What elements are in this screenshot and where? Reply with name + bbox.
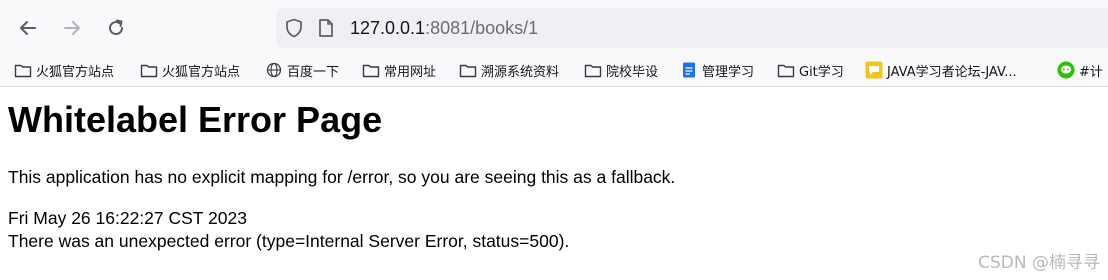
folder-icon bbox=[140, 62, 158, 78]
bookmark-item[interactable]: 院校毕设 bbox=[584, 60, 658, 80]
folder-icon bbox=[584, 62, 602, 78]
url-text[interactable]: 127.0.0.1:8081/books/1 bbox=[350, 17, 538, 39]
bookmark-label: Git学习 bbox=[799, 64, 844, 80]
bookmark-label: 常用网址 bbox=[384, 64, 437, 80]
bookmark-label: #计 bbox=[1079, 64, 1103, 80]
back-button[interactable] bbox=[12, 12, 44, 44]
reload-icon bbox=[109, 19, 124, 36]
arrow-right-icon bbox=[64, 21, 80, 35]
wechat-icon bbox=[1057, 61, 1075, 79]
folder-icon bbox=[14, 62, 32, 78]
bookmark-item[interactable]: 火狐官方站点 bbox=[14, 60, 114, 80]
folder-icon bbox=[777, 62, 795, 78]
bookmark-label: 管理学习 bbox=[702, 64, 755, 80]
bookmark-label: JAVA学习者论坛-JAV... bbox=[887, 64, 1017, 80]
globe-icon bbox=[265, 62, 283, 78]
forward-button[interactable] bbox=[56, 12, 88, 44]
shield-icon[interactable] bbox=[284, 18, 304, 38]
folder-icon bbox=[362, 62, 380, 78]
page-info-icon[interactable] bbox=[316, 18, 336, 38]
bookmark-item[interactable]: #计 bbox=[1057, 60, 1103, 80]
error-message: This application has no explicit mapping… bbox=[8, 167, 676, 187]
url-path: :8081/books/1 bbox=[425, 18, 539, 38]
page-title: Whitelabel Error Page bbox=[8, 99, 383, 140]
bookmark-item[interactable]: 百度一下 bbox=[265, 60, 339, 80]
bookmark-item[interactable]: JAVA学习者论坛-JAV... bbox=[865, 60, 1017, 80]
error-detail: There was an unexpected error (type=Inte… bbox=[8, 231, 570, 251]
bookmark-label: 火狐官方站点 bbox=[162, 64, 241, 80]
bookmark-item[interactable]: 火狐官方站点 bbox=[140, 60, 240, 80]
doc-icon bbox=[680, 62, 698, 78]
bookmarks-toolbar: 火狐官方站点 火狐官方站点 百度一下 常用网址 溯源系统资料 院校毕设 管理学习… bbox=[0, 54, 1108, 87]
address-bar[interactable]: 127.0.0.1:8081/books/1 bbox=[276, 8, 1108, 48]
folder-icon bbox=[459, 62, 477, 78]
bookmark-item[interactable]: Git学习 bbox=[777, 60, 844, 80]
url-host: 127.0.0.1 bbox=[350, 18, 426, 38]
bookmark-item[interactable]: 常用网址 bbox=[362, 60, 436, 80]
bookmark-label: 溯源系统资料 bbox=[481, 64, 560, 80]
bookmark-item[interactable]: 溯源系统资料 bbox=[459, 60, 559, 80]
bookmark-label: 火狐官方站点 bbox=[36, 64, 115, 80]
error-timestamp: Fri May 26 16:22:27 CST 2023 bbox=[8, 208, 247, 228]
reload-button[interactable] bbox=[100, 12, 132, 44]
bookmark-label: 百度一下 bbox=[287, 64, 340, 80]
bookmark-item[interactable]: 管理学习 bbox=[680, 60, 754, 80]
csdn-watermark: CSDN @楠寻寻 bbox=[978, 253, 1100, 273]
forum-icon bbox=[865, 61, 883, 79]
browser-toolbar: 127.0.0.1:8081/books/1 bbox=[0, 0, 1108, 54]
arrow-left-icon bbox=[20, 21, 36, 35]
bookmark-label: 院校毕设 bbox=[606, 64, 659, 80]
